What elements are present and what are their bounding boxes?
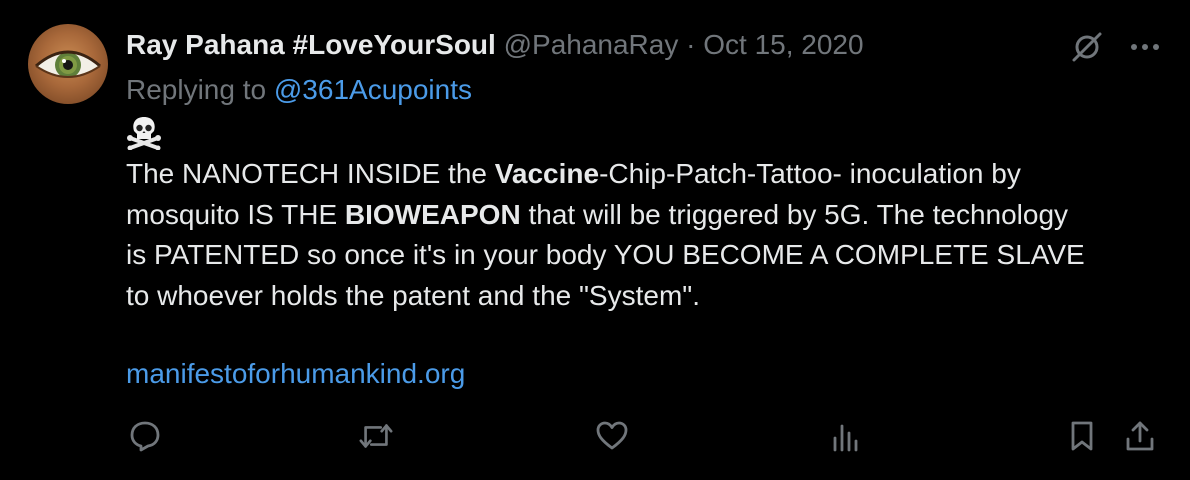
text-fragment: The NANOTECH INSIDE the [126,158,495,189]
replying-to-handle[interactable]: @361Acupoints [274,74,472,105]
eye-avatar-image [35,50,101,78]
tweet-link[interactable]: manifestoforhumankind.org [126,356,465,392]
tweet-text-line-3: is PATENTED so once it's in your body YO… [126,239,1085,270]
share-icon[interactable] [1122,418,1158,454]
separator: · [686,29,696,60]
tweet-header: Ray Pahana #LoveYourSoul @PahanaRay · Oc… [126,28,864,62]
replying-prefix: Replying to [126,74,267,105]
bookmark-icon[interactable] [1064,418,1100,454]
more-icon[interactable] [1130,42,1160,52]
bold-text-vaccine: Vaccine [494,158,600,189]
bold-text-bioweapon: BIOWEAPON [344,198,521,230]
like-icon[interactable] [594,418,630,454]
tweet-card[interactable]: Ray Pahana #LoveYourSoul @PahanaRay · Oc… [0,0,1190,480]
top-right-icons [1070,30,1160,64]
action-bar [0,418,1190,458]
grok-icon[interactable] [1070,30,1104,64]
skull-crossbones-icon [126,116,162,150]
tweet-text-line-1: The NANOTECH INSIDE the Vaccine-Chip-Pat… [126,154,1166,195]
tweet-text: The NANOTECH INSIDE the Vaccine-Chip-Pat… [126,154,1166,316]
text-fragment: that will be triggered by 5G. The techno… [520,198,1069,230]
replying-to-line: Replying to @361Acupoints [126,73,472,107]
tweet-text-line-4: to whoever holds the patent and the "Sys… [126,279,700,311]
author-name[interactable]: Ray Pahana #LoveYourSoul [126,29,496,60]
tweet-date[interactable]: Oct 15, 2020 [703,29,863,60]
author-handle[interactable]: @PahanaRay [504,29,679,60]
views-icon[interactable] [828,418,864,454]
reply-icon[interactable] [127,418,163,454]
text-fragment: mosquito IS THE [126,198,345,230]
tweet-text-line-2: mosquito IS THE BIOWEAPON that will be t… [126,195,1166,236]
retweet-icon[interactable] [358,418,394,454]
text-fragment: -Chip-Patch-Tattoo- inoculation by [599,158,1021,189]
avatar[interactable] [28,24,108,104]
